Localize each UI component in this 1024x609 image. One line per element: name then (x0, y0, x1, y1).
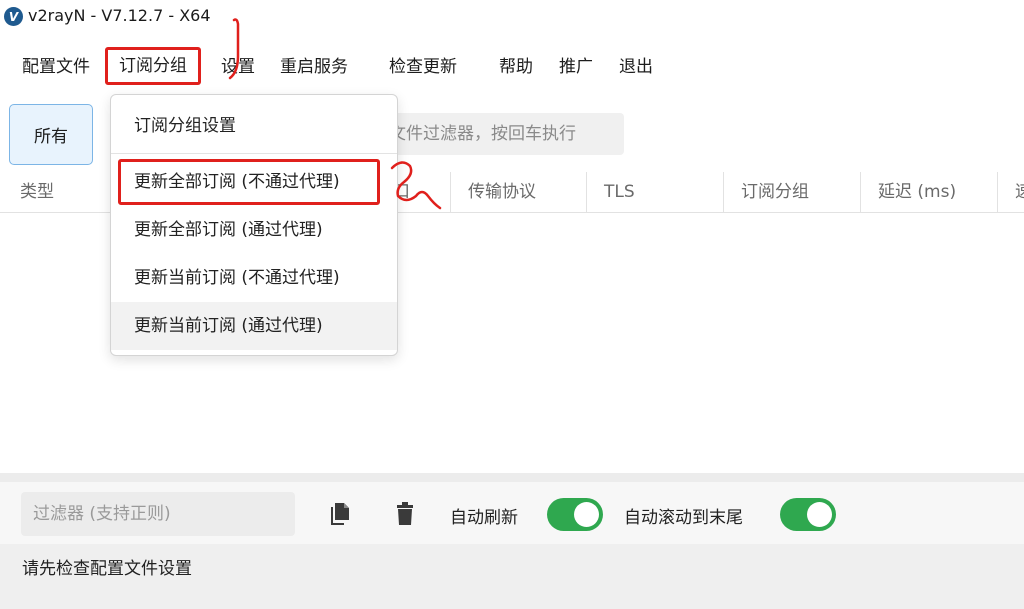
column-header-transport[interactable]: 传输协议 (450, 172, 586, 213)
delete-icon[interactable] (391, 500, 419, 528)
menu-option-update-all-no-proxy[interactable]: 更新全部订阅 (不通过代理) (111, 158, 397, 206)
auto-scroll-toggle[interactable] (780, 498, 836, 531)
menu-item-help[interactable]: 帮助 (499, 48, 533, 86)
panel-splitter[interactable] (0, 473, 1024, 482)
server-filter-placeholder: 文件过滤器，按回车执行 (389, 124, 576, 144)
column-header-subscription[interactable]: 订阅分组 (723, 172, 860, 213)
log-filter-input[interactable] (21, 492, 295, 536)
menu-item-settings[interactable]: 设置 (221, 48, 255, 86)
menu-separator (111, 153, 397, 154)
column-header-latency[interactable]: 延迟 (ms) (860, 172, 997, 213)
copy-icon[interactable] (326, 500, 354, 528)
v2rayn-logo-icon: V (4, 7, 23, 26)
menu-item-subscription-group[interactable]: 订阅分组 (105, 47, 201, 85)
column-header-speed[interactable]: 速 (997, 172, 1024, 213)
log-panel: 自动刷新 自动滚动到末尾 请先检查配置文件设置 (0, 482, 1024, 609)
window-title: v2rayN - V7.12.7 - X64 (28, 6, 211, 25)
auto-refresh-toggle[interactable] (547, 498, 603, 531)
column-header-type[interactable]: 类型 (0, 172, 120, 213)
menu-item-restart-service[interactable]: 重启服务 (280, 48, 348, 86)
subscription-group-dropdown: 订阅分组设置 更新全部订阅 (不通过代理) 更新全部订阅 (通过代理) 更新当前… (110, 94, 398, 356)
log-message: 请先检查配置文件设置 (22, 559, 192, 579)
auto-scroll-label: 自动滚动到末尾 (624, 508, 743, 528)
column-header-tls[interactable]: TLS (586, 172, 723, 213)
log-output: 请先检查配置文件设置 (0, 544, 1024, 609)
menu-option-update-current-no-proxy[interactable]: 更新当前订阅 (不通过代理) (111, 254, 397, 302)
menu-item-promotion[interactable]: 推广 (559, 48, 593, 86)
toggle-knob (807, 502, 832, 527)
menu-item-exit[interactable]: 退出 (619, 48, 653, 86)
toggle-knob (574, 502, 599, 527)
menu-bar: 配置文件 订阅分组 设置 重启服务 检查更新 帮助 推广 退出 (0, 47, 1024, 86)
title-bar: V v2rayN - V7.12.7 - X64 (0, 0, 1024, 32)
group-tab-all[interactable]: 所有 (9, 104, 93, 165)
menu-option-update-current-via-proxy[interactable]: 更新当前订阅 (通过代理) (111, 302, 397, 350)
menu-option-update-all-via-proxy[interactable]: 更新全部订阅 (通过代理) (111, 206, 397, 254)
menu-option-subscription-settings[interactable]: 订阅分组设置 (111, 102, 397, 150)
menu-item-check-update[interactable]: 检查更新 (389, 48, 457, 86)
auto-refresh-label: 自动刷新 (450, 508, 518, 528)
menu-item-profiles[interactable]: 配置文件 (22, 48, 90, 86)
